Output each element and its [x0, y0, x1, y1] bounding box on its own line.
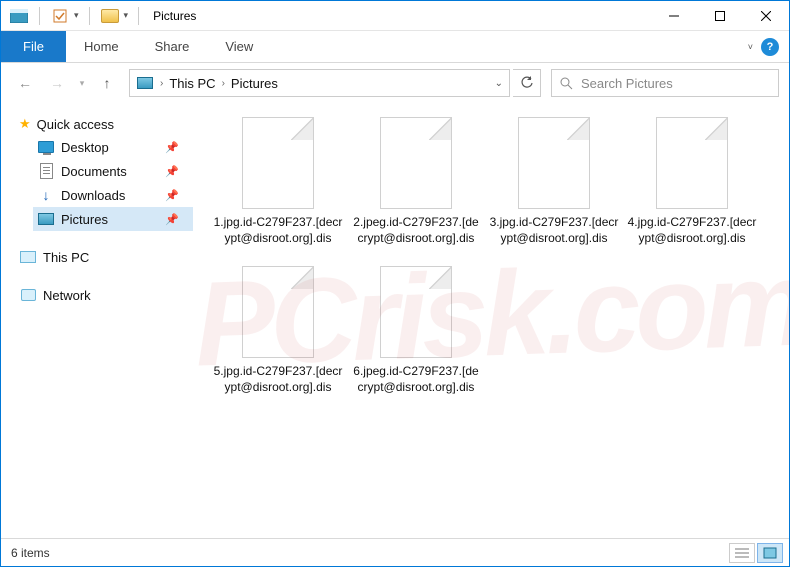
- sidebar-item-downloads[interactable]: ↓ Downloads 📌: [33, 183, 193, 207]
- sidebar-item-label: Desktop: [61, 140, 109, 155]
- chevron-right-icon[interactable]: ›: [222, 78, 225, 89]
- file-thumbnail-icon: [380, 117, 452, 209]
- sidebar-item-label: Quick access: [37, 117, 114, 132]
- quick-access-toolbar: ▾ ▾: [9, 6, 145, 26]
- file-thumbnail-icon: [656, 117, 728, 209]
- tab-view[interactable]: View: [207, 31, 271, 62]
- sidebar-item-documents[interactable]: Documents 📌: [33, 159, 193, 183]
- close-button[interactable]: [743, 1, 789, 31]
- back-button[interactable]: ←: [11, 69, 39, 97]
- item-count: 6 items: [11, 546, 50, 560]
- help-icon[interactable]: ?: [761, 38, 779, 56]
- separator: [138, 7, 139, 25]
- ribbon: File Home Share View ˅ ?: [1, 31, 789, 63]
- file-thumbnail-icon: [380, 266, 452, 358]
- desktop-icon: [37, 138, 55, 156]
- star-icon: ★: [19, 116, 31, 132]
- tab-home[interactable]: Home: [66, 31, 137, 62]
- file-item[interactable]: 5.jpg.id-C279F237.[decrypt@disroot.org].…: [209, 262, 347, 399]
- properties-icon[interactable]: [50, 6, 70, 26]
- tab-share[interactable]: Share: [137, 31, 208, 62]
- file-name: 3.jpg.id-C279F237.[decrypt@disroot.org].…: [489, 215, 619, 246]
- minimize-button[interactable]: [651, 1, 697, 31]
- sidebar-item-label: Documents: [61, 164, 127, 179]
- breadcrumb[interactable]: Pictures: [231, 76, 278, 91]
- navigation-pane: ★ Quick access Desktop 📌 Documents 📌 ↓ D…: [1, 103, 201, 539]
- pictures-icon: [37, 210, 55, 228]
- forward-button[interactable]: →: [43, 69, 71, 97]
- sidebar-item-this-pc[interactable]: This PC: [15, 245, 193, 269]
- maximize-button[interactable]: [697, 1, 743, 31]
- file-name: 1.jpg.id-C279F237.[decrypt@disroot.org].…: [213, 215, 343, 246]
- ribbon-expand-icon[interactable]: ˅: [748, 42, 753, 52]
- details-view-button[interactable]: [729, 543, 755, 563]
- sidebar-item-label: Pictures: [61, 212, 108, 227]
- pin-icon: 📌: [165, 141, 179, 154]
- file-name: 5.jpg.id-C279F237.[decrypt@disroot.org].…: [213, 364, 343, 395]
- file-list[interactable]: 1.jpg.id-C279F237.[decrypt@disroot.org].…: [201, 103, 789, 539]
- file-name: 4.jpg.id-C279F237.[decrypt@disroot.org].…: [627, 215, 757, 246]
- file-name: 6.jpeg.id-C279F237.[decrypt@disroot.org]…: [351, 364, 481, 395]
- documents-icon: [37, 162, 55, 180]
- pin-icon: 📌: [165, 165, 179, 178]
- up-button[interactable]: ↑: [93, 69, 121, 97]
- explorer-app-icon: [9, 6, 29, 26]
- window-controls: [651, 1, 789, 31]
- status-bar: 6 items: [1, 538, 789, 566]
- pin-icon: 📌: [165, 213, 179, 226]
- file-item[interactable]: 4.jpg.id-C279F237.[decrypt@disroot.org].…: [623, 113, 761, 250]
- file-item[interactable]: 3.jpg.id-C279F237.[decrypt@disroot.org].…: [485, 113, 623, 250]
- pin-icon: 📌: [165, 189, 179, 202]
- recent-dropdown-icon[interactable]: ▾: [75, 69, 89, 97]
- sidebar-item-label: Downloads: [61, 188, 125, 203]
- sidebar-item-network[interactable]: Network: [15, 283, 193, 307]
- address-bar[interactable]: › This PC › Pictures ⌄: [129, 69, 510, 97]
- breadcrumb[interactable]: This PC: [169, 76, 215, 91]
- sidebar-quick-access[interactable]: ★ Quick access: [15, 113, 193, 135]
- window-title: Pictures: [153, 9, 196, 23]
- file-thumbnail-icon: [242, 266, 314, 358]
- file-thumbnail-icon: [242, 117, 314, 209]
- downloads-icon: ↓: [37, 186, 55, 204]
- sidebar-item-label: This PC: [43, 250, 89, 265]
- sidebar-item-label: Network: [43, 288, 91, 303]
- sidebar-item-pictures[interactable]: Pictures 📌: [33, 207, 193, 231]
- refresh-button[interactable]: [513, 69, 541, 97]
- file-item[interactable]: 2.jpeg.id-C279F237.[decrypt@disroot.org]…: [347, 113, 485, 250]
- file-tab[interactable]: File: [1, 31, 66, 62]
- file-name: 2.jpeg.id-C279F237.[decrypt@disroot.org]…: [351, 215, 481, 246]
- folder-icon: [100, 6, 120, 26]
- titlebar: ▾ ▾ Pictures: [1, 1, 789, 31]
- search-placeholder: Search Pictures: [581, 76, 673, 91]
- search-input[interactable]: Search Pictures: [551, 69, 779, 97]
- qat-dropdown-icon[interactable]: ▾: [124, 10, 129, 21]
- file-item[interactable]: 6.jpeg.id-C279F237.[decrypt@disroot.org]…: [347, 262, 485, 399]
- separator: [39, 7, 40, 25]
- pc-icon: [19, 248, 37, 266]
- body: ★ Quick access Desktop 📌 Documents 📌 ↓ D…: [1, 103, 789, 539]
- search-icon: [560, 77, 573, 90]
- network-icon: [19, 286, 37, 304]
- file-thumbnail-icon: [518, 117, 590, 209]
- navigation-bar: ← → ▾ ↑ › This PC › Pictures ⌄ Search Pi…: [1, 63, 789, 103]
- file-item[interactable]: 1.jpg.id-C279F237.[decrypt@disroot.org].…: [209, 113, 347, 250]
- thumbnails-view-button[interactable]: [757, 543, 783, 563]
- pictures-icon: [136, 74, 154, 92]
- address-dropdown-icon[interactable]: ⌄: [495, 78, 503, 89]
- chevron-right-icon[interactable]: ›: [160, 78, 163, 89]
- qat-dropdown-icon[interactable]: ▾: [74, 10, 79, 21]
- separator: [89, 7, 90, 25]
- sidebar-item-desktop[interactable]: Desktop 📌: [33, 135, 193, 159]
